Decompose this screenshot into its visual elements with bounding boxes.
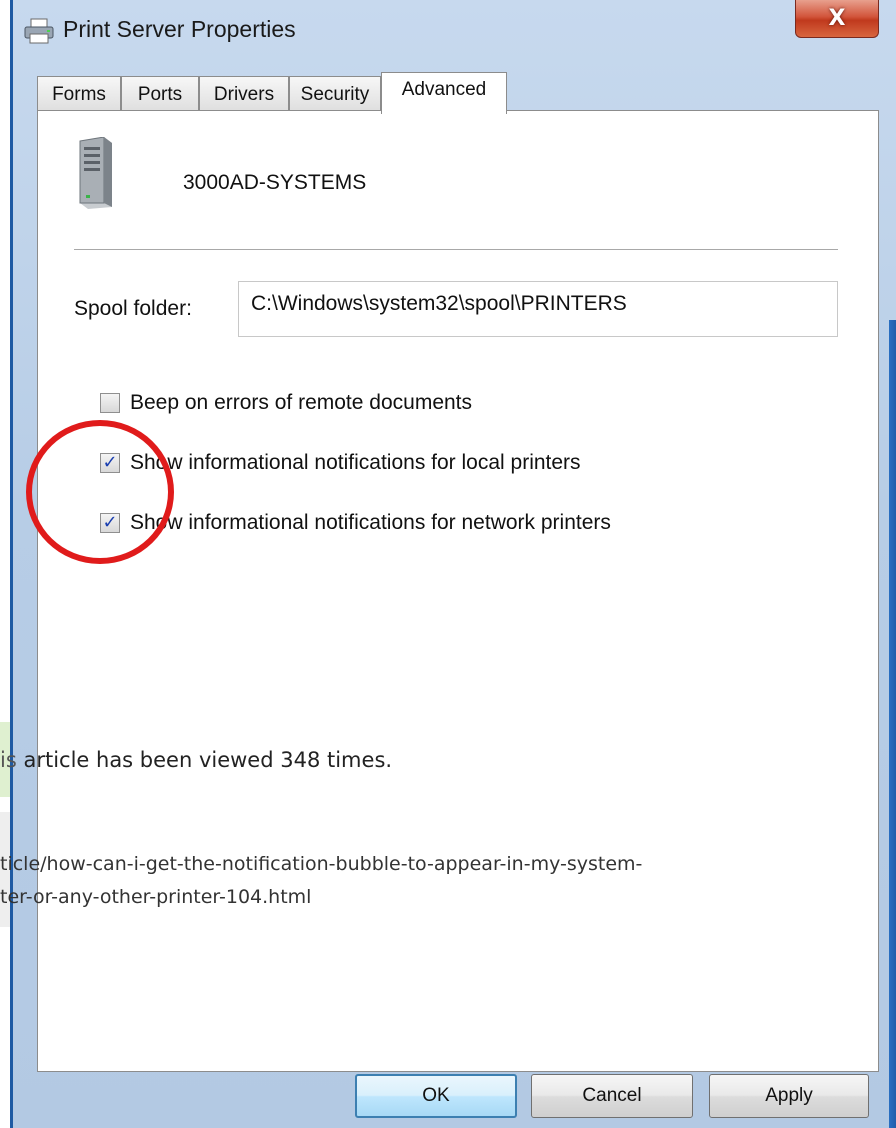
tab-advanced[interactable]: Advanced <box>381 72 507 114</box>
close-icon: X <box>828 6 846 31</box>
article-url-line-1: ticle/how-can-i-get-the-notification-bub… <box>0 853 643 875</box>
server-tower-icon <box>78 136 114 209</box>
article-url-line-2: ter-or-any-other-printer-104.html <box>0 886 312 908</box>
views-text: article has been viewed 348 times. <box>16 748 393 772</box>
separator <box>74 249 838 250</box>
window-title: Print Server Properties <box>63 16 296 42</box>
annotation-red-circle <box>26 420 174 564</box>
spool-folder-label: Spool folder: <box>74 297 192 320</box>
apply-button[interactable]: Apply <box>709 1074 869 1118</box>
views-count-text: is article has been viewed 348 times. <box>0 748 392 772</box>
beep-errors-checkbox[interactable] <box>100 393 120 413</box>
tab-drivers[interactable]: Drivers <box>199 76 289 112</box>
ok-button[interactable]: OK <box>355 1074 517 1118</box>
article-url-text: ticle/how-can-i-get-the-notification-bub… <box>0 848 870 914</box>
cancel-button[interactable]: Cancel <box>531 1074 693 1118</box>
local-notifications-label: Show informational notifications for loc… <box>130 451 581 474</box>
server-name: 3000AD-SYSTEMS <box>183 171 367 194</box>
window-frame-right <box>889 320 896 1128</box>
title-bar[interactable]: Print Server Properties X <box>13 0 896 62</box>
advanced-tab-panel: 3000AD-SYSTEMS Spool folder: C:\Windows\… <box>37 110 879 1072</box>
option-local-notifications[interactable]: ✓ Show informational notifications for l… <box>100 451 581 475</box>
network-notifications-label: Show informational notifications for net… <box>130 511 611 534</box>
tab-forms[interactable]: Forms <box>37 76 121 112</box>
printer-icon <box>23 18 55 44</box>
views-prefix: is <box>0 748 17 772</box>
close-button[interactable]: X <box>795 0 879 38</box>
beep-errors-label: Beep on errors of remote documents <box>130 391 473 414</box>
tab-ports[interactable]: Ports <box>121 76 199 112</box>
spool-folder-input[interactable]: C:\Windows\system32\spool\PRINTERS <box>238 281 838 337</box>
print-server-properties-dialog: Print Server Properties X Forms Ports Dr… <box>10 0 896 1128</box>
tab-security[interactable]: Security <box>289 76 381 112</box>
option-beep-errors[interactable]: Beep on errors of remote documents <box>100 391 472 415</box>
option-network-notifications[interactable]: ✓ Show informational notifications for n… <box>100 511 611 535</box>
